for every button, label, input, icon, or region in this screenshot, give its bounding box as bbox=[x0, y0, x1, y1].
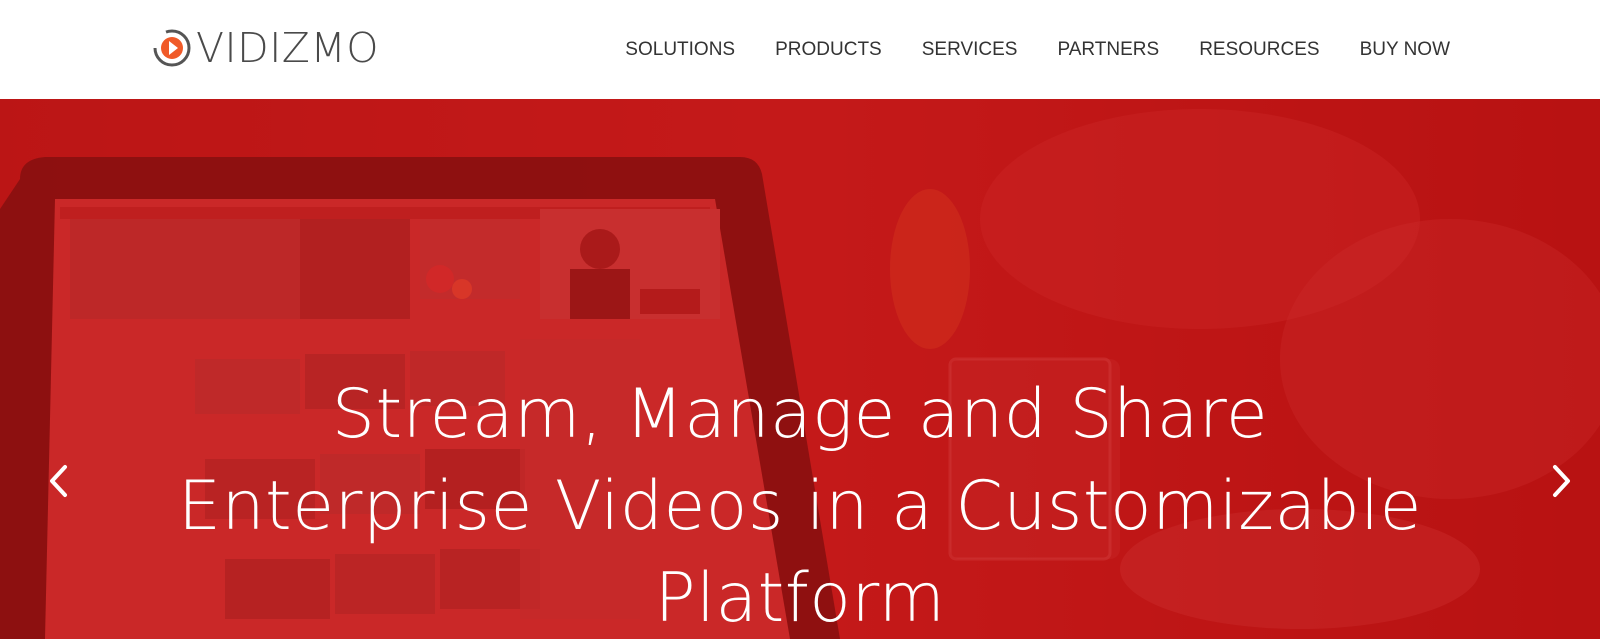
hero-headline: Stream, Manage and Share Enterprise Vide… bbox=[150, 369, 1450, 639]
main-nav: SOLUTIONS PRODUCTS SERVICES PARTNERS RES… bbox=[625, 38, 1450, 62]
logo-text: VIDIZMO bbox=[196, 24, 380, 72]
hero-headline-line-3: Platform bbox=[654, 559, 946, 638]
nav-buy-now[interactable]: BUY NOW bbox=[1360, 38, 1450, 62]
nav-partners[interactable]: PARTNERS bbox=[1057, 38, 1159, 62]
nav-resources[interactable]: RESOURCES bbox=[1199, 38, 1319, 62]
hero-headline-line-1: Stream, Manage and Share bbox=[331, 375, 1269, 454]
nav-services[interactable]: SERVICES bbox=[922, 38, 1018, 62]
chevron-left-icon[interactable] bbox=[40, 461, 80, 501]
hero-slider: Stream, Manage and Share Enterprise Vide… bbox=[0, 99, 1600, 639]
site-header: VIDIZMO SOLUTIONS PRODUCTS SERVICES PART… bbox=[0, 0, 1600, 99]
vidizmo-logo[interactable]: VIDIZMO bbox=[152, 24, 380, 72]
vidizmo-logo-icon bbox=[152, 29, 191, 67]
hero-headline-line-2: Enterprise Videos in a Customizable bbox=[177, 467, 1423, 546]
nav-solutions[interactable]: SOLUTIONS bbox=[625, 38, 735, 62]
chevron-right-icon[interactable] bbox=[1540, 461, 1580, 501]
nav-products[interactable]: PRODUCTS bbox=[775, 38, 882, 62]
